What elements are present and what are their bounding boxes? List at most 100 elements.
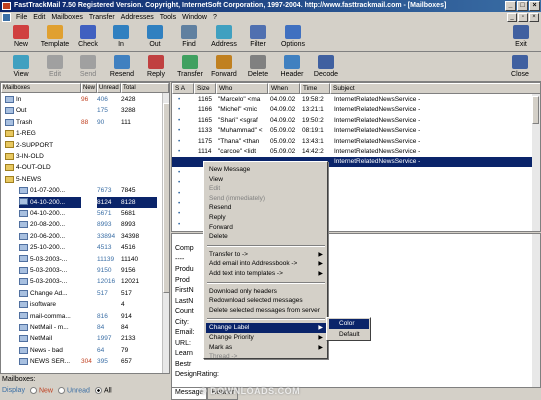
- mailbox-name[interactable]: 5-03-2003-...: [19, 254, 81, 265]
- menu-tools[interactable]: Tools: [157, 12, 179, 23]
- toolbar-exit-button[interactable]: Exit: [504, 24, 538, 51]
- tree-row[interactable]: 2-SUPPORT: [1, 140, 161, 151]
- tree-row[interactable]: Trash 88 90 111: [1, 117, 161, 128]
- toolbar-transfer-button[interactable]: Transfer: [173, 54, 207, 81]
- tree-row[interactable]: 04-10-200... 8124 8128: [1, 196, 161, 208]
- tree-row[interactable]: 5-NEWS: [1, 174, 161, 185]
- tree-row[interactable]: 4-OUT-OLD: [1, 162, 161, 173]
- mailbox-name[interactable]: Change Ad...: [19, 288, 81, 299]
- tree-row[interactable]: 04-10-200... 5671 5681: [1, 208, 161, 219]
- context-item-delete[interactable]: Delete: [206, 232, 326, 242]
- menu-help[interactable]: ?: [210, 12, 220, 23]
- mailbox-name[interactable]: In: [5, 94, 81, 105]
- message-list-scrollbar[interactable]: [532, 94, 540, 231]
- close-window-button[interactable]: ×: [529, 1, 540, 11]
- toolbar-in-button[interactable]: In: [104, 24, 138, 51]
- context-item-mark-as[interactable]: Mark as ▶: [206, 343, 326, 353]
- context-item-change-priority[interactable]: Change Priority ▶: [206, 333, 326, 343]
- tree-row[interactable]: 01-07-200... 7673 7845: [1, 185, 161, 196]
- toolbar-find-button[interactable]: Find: [172, 24, 206, 51]
- tree-row[interactable]: 20-08-200... 8993 8993: [1, 219, 161, 230]
- mdi-minimize-button[interactable]: _: [507, 13, 517, 22]
- maximize-button[interactable]: □: [517, 1, 528, 11]
- mailbox-name[interactable]: NetMail: [19, 333, 81, 344]
- col-unread[interactable]: Unread: [97, 83, 121, 93]
- message-row[interactable]: • 1114 "carcoe" <lidt 05.09.02 14:42:2 Intern…: [172, 147, 534, 157]
- col-who[interactable]: Who: [216, 83, 268, 94]
- mailbox-name[interactable]: NetMail - m...: [19, 322, 81, 333]
- toolbar-address-button[interactable]: Address: [207, 24, 241, 51]
- mailbox-name[interactable]: mail-comma...: [19, 311, 81, 322]
- tree-row[interactable]: 5-03-2003-... 9150 9156: [1, 265, 161, 276]
- toolbar-template-button[interactable]: Template: [38, 24, 72, 51]
- mailbox-name[interactable]: 20-06-200...: [19, 231, 81, 242]
- context-item-delete-selected-messages-from-server[interactable]: Delete selected messages from server: [206, 306, 326, 316]
- message-row[interactable]: • 1166 "Michel" <mic 04.09.02 13:21:1 Interne…: [172, 105, 534, 115]
- mailbox-name[interactable]: 25-10-200...: [19, 242, 81, 253]
- tree-row[interactable]: Out 175 3288: [1, 105, 161, 116]
- toolbar-check-button[interactable]: Check: [71, 24, 105, 51]
- context-item-forward[interactable]: Forward: [206, 223, 326, 233]
- menu-edit[interactable]: Edit: [30, 12, 48, 23]
- col-mailboxes[interactable]: Mailboxes: [1, 83, 81, 93]
- mailbox-name[interactable]: 04-10-200...: [19, 208, 81, 219]
- toolbar-options-button[interactable]: Options: [276, 24, 310, 51]
- mailbox-name[interactable]: 5-03-2003-...: [19, 276, 81, 287]
- tree-scroll-thumb[interactable]: [163, 103, 169, 293]
- tree-row[interactable]: NetMail 1997 2133: [1, 333, 161, 344]
- message-row[interactable]: • 1175 "Thana" <than 05.09.02 13:43:1 Interne…: [172, 137, 534, 147]
- toolbar-reply-button[interactable]: Reply: [139, 54, 173, 81]
- tree-row[interactable]: NetMail - m... 84 84: [1, 322, 161, 333]
- col-total[interactable]: Total: [121, 83, 169, 93]
- tree-row[interactable]: 1-REG: [1, 128, 161, 139]
- context-item-add-text-into-templates[interactable]: Add text into templates -> ▶: [206, 269, 326, 279]
- mailbox-name[interactable]: 04-10-200...: [19, 196, 81, 208]
- mdi-restore-button[interactable]: ▫: [518, 13, 528, 22]
- toolbar-view-button[interactable]: View: [4, 54, 38, 81]
- toolbar-resend-button[interactable]: Resend: [105, 54, 139, 81]
- tree-row[interactable]: mail-comma... 816 914: [1, 311, 161, 322]
- menu-window[interactable]: Window: [179, 12, 210, 23]
- toolbar-delete-button[interactable]: Delete: [241, 54, 275, 81]
- col-new[interactable]: New: [81, 83, 97, 93]
- mailbox-name[interactable]: isoftware: [19, 299, 81, 310]
- tree-row[interactable]: Change Ad... 517 517: [1, 288, 161, 299]
- menu-mailboxes[interactable]: Mailboxes: [48, 12, 86, 23]
- message-list-scroll-thumb[interactable]: [532, 96, 539, 124]
- submenu-item-default[interactable]: Default: [329, 330, 369, 340]
- context-item-change-label[interactable]: Change Label ▶: [206, 323, 326, 334]
- app-icon[interactable]: [2, 2, 11, 10]
- col-when[interactable]: When: [268, 83, 300, 94]
- mailbox-name[interactable]: 5-03-2003-...: [19, 265, 81, 276]
- col-size[interactable]: Size: [194, 83, 216, 94]
- col-subject[interactable]: Subject: [330, 83, 540, 94]
- toolbar-new-button[interactable]: New: [4, 24, 38, 51]
- filter-unread-radio[interactable]: Unread: [57, 387, 90, 394]
- toolbar-filter-button[interactable]: Filter: [241, 24, 275, 51]
- toolbar-forward-button[interactable]: Forward: [207, 54, 241, 81]
- mailbox-name[interactable]: 20-08-200...: [19, 219, 81, 230]
- mailbox-name[interactable]: 4-OUT-OLD: [5, 162, 81, 173]
- mailbox-name[interactable]: NEWS SER...: [19, 356, 81, 367]
- submenu-item-color[interactable]: Color: [329, 319, 369, 329]
- context-item-download-only-headers[interactable]: Download only headers: [206, 287, 326, 297]
- preview-scrollbar[interactable]: [532, 234, 540, 387]
- tree-row[interactable]: In 96 406 2428: [1, 94, 161, 105]
- menu-addresses[interactable]: Addresses: [118, 12, 157, 23]
- toolbar-decode-button[interactable]: Decode: [309, 54, 343, 81]
- mailbox-name[interactable]: 01-07-200...: [19, 185, 81, 196]
- tree-row[interactable]: NEWS SER... 304 395 657: [1, 356, 161, 367]
- mailbox-name[interactable]: 5-NEWS: [5, 174, 81, 185]
- tree-row[interactable]: 5-03-2003-... 12016 12021: [1, 276, 161, 287]
- mailbox-name[interactable]: News - bad: [19, 345, 81, 356]
- filter-all-radio[interactable]: All: [94, 387, 112, 394]
- filter-new-radio[interactable]: New: [29, 387, 53, 394]
- mailbox-name[interactable]: Out: [5, 105, 81, 116]
- context-item-add-email-into-addressbook[interactable]: Add email into Addressbook -> ▶: [206, 259, 326, 269]
- context-item-resend[interactable]: Resend: [206, 203, 326, 213]
- mailbox-name[interactable]: 3-IN-OLD: [5, 151, 81, 162]
- tree-scrollbar[interactable]: [162, 93, 169, 373]
- message-row[interactable]: • 1133 "Muhammad" < 05.09.02 08:19:1 Internet…: [172, 126, 534, 136]
- tree-row[interactable]: 20-06-200... 33894 34398: [1, 231, 161, 242]
- tree-row[interactable]: 25-10-200... 4513 4516: [1, 242, 161, 253]
